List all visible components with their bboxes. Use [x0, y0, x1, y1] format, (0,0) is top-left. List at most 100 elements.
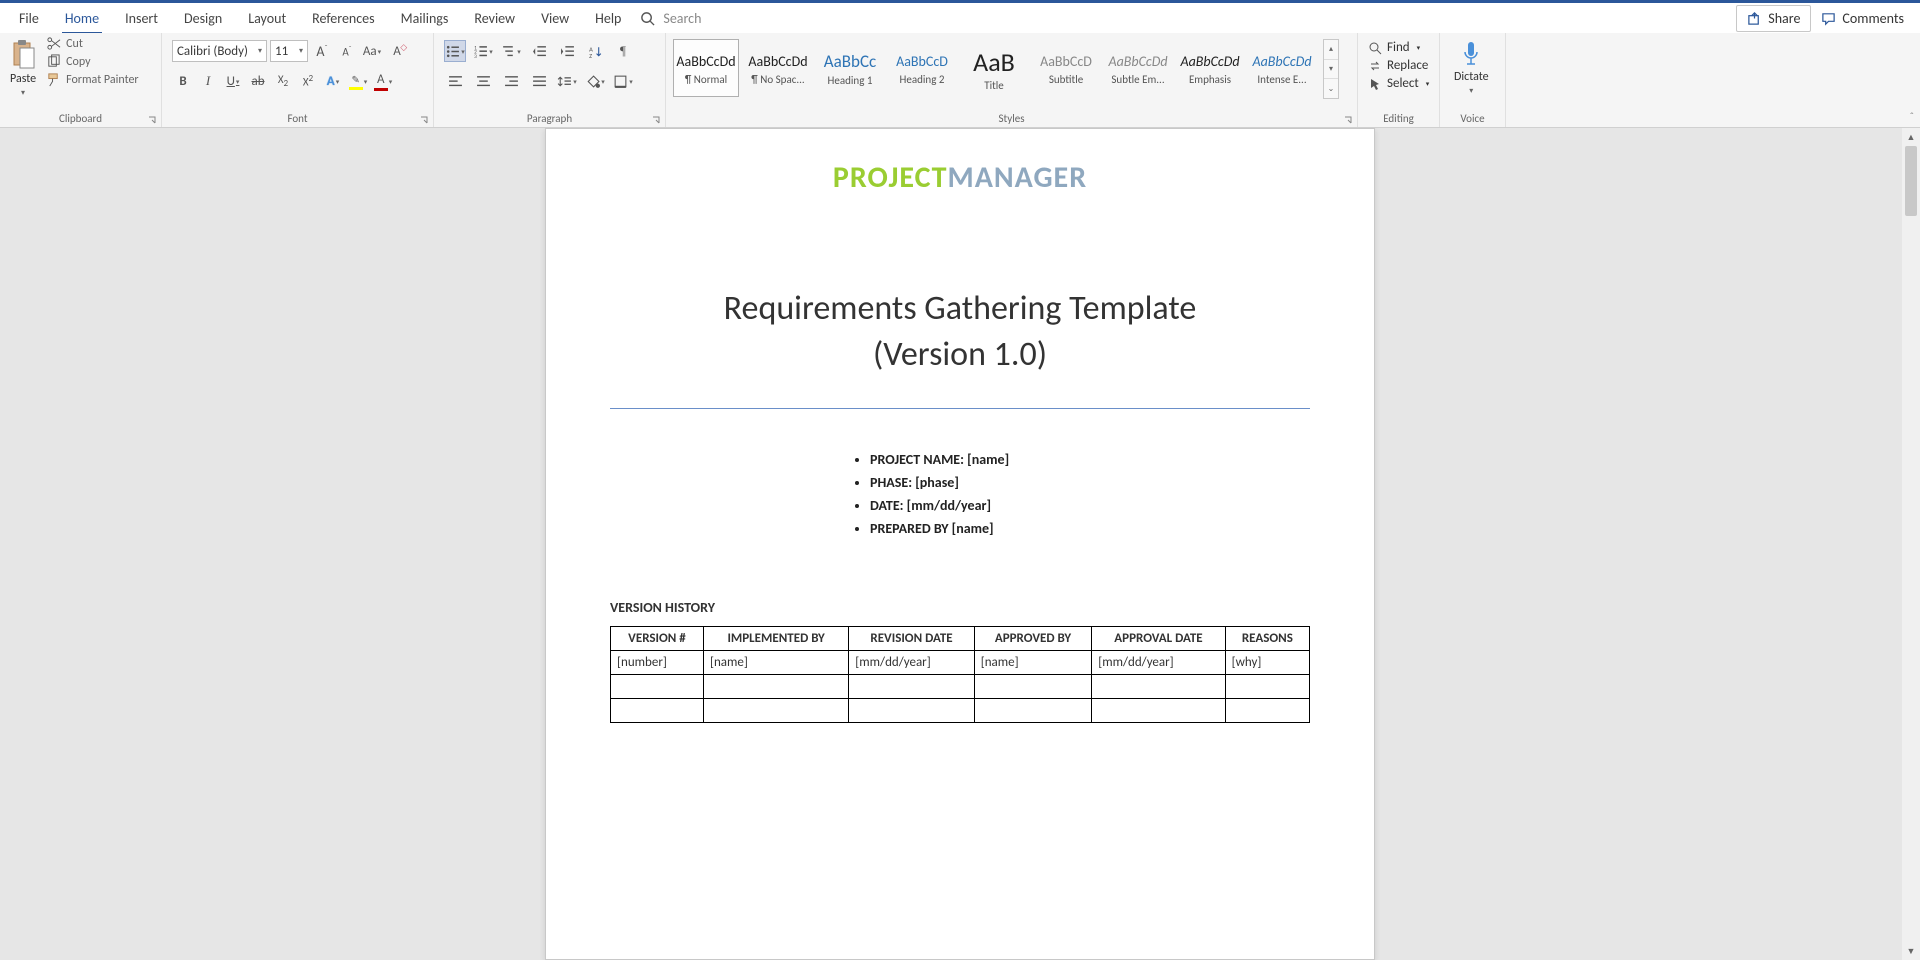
info-bullets: PROJECT NAME: [name] PHASE: [phase] DATE…	[870, 449, 1310, 539]
change-case-button[interactable]: Aa▾	[361, 40, 383, 62]
tab-review[interactable]: Review	[461, 3, 528, 33]
clear-formatting-button[interactable]: A◇	[386, 40, 408, 62]
style-subtitle[interactable]: AaBbCcDSubtitle	[1033, 39, 1099, 97]
tell-me-search[interactable]: Search	[640, 10, 701, 27]
align-right-icon	[504, 74, 519, 89]
font-size-select[interactable]: 11▾	[270, 40, 308, 62]
select-button[interactable]: Select▾	[1368, 76, 1429, 91]
sort-button[interactable]: AZ	[584, 40, 606, 62]
copy-button[interactable]: Copy	[46, 54, 139, 69]
find-button[interactable]: Find▾	[1368, 40, 1429, 55]
text-effects-button[interactable]: A▾	[322, 70, 344, 92]
style-intense-emphasis[interactable]: AaBbCcDdIntense E...	[1249, 39, 1315, 97]
group-paragraph: ▾ 123▾ ▾ AZ ¶ ▾ ▾ ▾ Para	[434, 33, 666, 127]
grow-font-button[interactable]: Aˆ	[311, 40, 333, 62]
microphone-icon	[1462, 40, 1480, 68]
style-heading-1[interactable]: AaBbCcHeading 1	[817, 39, 883, 97]
page[interactable]: PROJECTMANAGER Requirements Gathering Te…	[545, 128, 1375, 960]
document-canvas[interactable]: PROJECTMANAGER Requirements Gathering Te…	[0, 128, 1920, 960]
format-painter-button[interactable]: Format Painter	[46, 72, 139, 87]
shrink-font-button[interactable]: Aˇ	[336, 40, 358, 62]
bold-button[interactable]: B	[172, 70, 194, 92]
bullets-button[interactable]: ▾	[444, 40, 466, 62]
style-normal[interactable]: AaBbCcDd¶ Normal	[673, 39, 739, 97]
indent-icon	[560, 44, 575, 59]
shading-button[interactable]: ▾	[584, 70, 606, 92]
tab-mailings[interactable]: Mailings	[388, 3, 462, 33]
share-button[interactable]: Share	[1736, 5, 1811, 32]
tab-file[interactable]: File	[6, 3, 52, 33]
tab-design[interactable]: Design	[171, 3, 235, 33]
style-no-spacing[interactable]: AaBbCcDd¶ No Spac...	[745, 39, 811, 97]
strikethrough-button[interactable]: ab	[247, 70, 269, 92]
paragraph-dialog-launcher[interactable]	[651, 115, 661, 125]
multilevel-icon	[501, 44, 516, 59]
tab-layout[interactable]: Layout	[235, 3, 299, 33]
styles-gallery: AaBbCcDd¶ Normal AaBbCcDd¶ No Spac... Aa…	[670, 36, 1342, 102]
align-center-icon	[476, 74, 491, 89]
font-color-button[interactable]: A▾	[372, 70, 394, 92]
vertical-scrollbar[interactable]: ▲ ▼	[1902, 128, 1920, 960]
clipboard-dialog-launcher[interactable]	[147, 115, 157, 125]
align-right-button[interactable]	[500, 70, 522, 92]
numbering-button[interactable]: 123▾	[472, 40, 494, 62]
show-marks-button[interactable]: ¶	[612, 40, 634, 62]
collapse-ribbon-button[interactable]: ˆ	[1910, 110, 1914, 123]
group-styles: AaBbCcDd¶ Normal AaBbCcDd¶ No Spac... Aa…	[666, 33, 1358, 127]
tab-view[interactable]: View	[528, 3, 582, 33]
align-center-button[interactable]	[472, 70, 494, 92]
bucket-icon	[585, 74, 600, 89]
dictate-button[interactable]: Dictate ▾	[1444, 36, 1499, 100]
ribbon: Paste ▾ Cut Copy Format Painter	[0, 33, 1920, 128]
scroll-down-button[interactable]: ▼	[1902, 942, 1920, 960]
align-left-button[interactable]	[444, 70, 466, 92]
outdent-icon	[532, 44, 547, 59]
tab-insert[interactable]: Insert	[112, 3, 171, 33]
paste-button[interactable]: Paste ▾	[4, 38, 42, 98]
decrease-indent-button[interactable]	[528, 40, 550, 62]
comments-button[interactable]: Comments	[1811, 6, 1914, 31]
ribbon-tabs: File Home Insert Design Layout Reference…	[0, 3, 1920, 33]
highlight-button[interactable]: ✎▾	[347, 70, 369, 92]
search-placeholder: Search	[663, 10, 701, 27]
increase-indent-button[interactable]	[556, 40, 578, 62]
bullets-icon	[445, 44, 460, 59]
style-title[interactable]: AaBTitle	[961, 39, 1027, 97]
style-heading-2[interactable]: AaBbCcDHeading 2	[889, 39, 955, 97]
scroll-thumb[interactable]	[1905, 146, 1917, 216]
subscript-button[interactable]: X2	[272, 70, 294, 92]
justify-button[interactable]	[528, 70, 550, 92]
italic-button[interactable]: I	[197, 70, 219, 92]
bullet-phase: PHASE: [phase]	[870, 472, 1310, 493]
copy-icon	[46, 54, 61, 69]
styles-gallery-scroll[interactable]: ▴▾⌄	[1323, 39, 1339, 99]
bullet-date: DATE: [mm/dd/year]	[870, 495, 1310, 516]
tab-help[interactable]: Help	[582, 3, 634, 33]
group-font: Calibri (Body)▾ 11▾ Aˆ Aˇ Aa▾ A◇ B I U▾ …	[162, 33, 434, 127]
font-dialog-launcher[interactable]	[419, 115, 429, 125]
replace-button[interactable]: Replace	[1368, 58, 1429, 73]
numbering-icon: 123	[473, 44, 488, 59]
table-row	[611, 674, 1310, 698]
cut-button[interactable]: Cut	[46, 36, 139, 51]
tab-home[interactable]: Home	[52, 3, 112, 33]
scroll-up-button[interactable]: ▲	[1902, 128, 1920, 146]
multilevel-list-button[interactable]: ▾	[500, 40, 522, 62]
format-painter-icon	[46, 72, 61, 87]
underline-button[interactable]: U▾	[222, 70, 244, 92]
th-approved-by: APPROVED BY	[974, 626, 1092, 650]
th-approval-date: APPROVAL DATE	[1092, 626, 1225, 650]
borders-button[interactable]: ▾	[612, 70, 634, 92]
font-name-select[interactable]: Calibri (Body)▾	[172, 40, 267, 62]
group-clipboard: Paste ▾ Cut Copy Format Painter	[0, 33, 162, 127]
style-subtle-emphasis[interactable]: AaBbCcDdSubtle Em...	[1105, 39, 1171, 97]
logo: PROJECTMANAGER	[610, 159, 1310, 196]
superscript-button[interactable]: X2	[297, 70, 319, 92]
styles-dialog-launcher[interactable]	[1343, 115, 1353, 125]
th-version: VERSION #	[611, 626, 704, 650]
style-emphasis[interactable]: AaBbCcDdEmphasis	[1177, 39, 1243, 97]
search-icon	[640, 11, 655, 26]
line-spacing-button[interactable]: ▾	[556, 70, 578, 92]
version-history-table: VERSION # IMPLEMENTED BY REVISION DATE A…	[610, 626, 1310, 723]
tab-references[interactable]: References	[299, 3, 387, 33]
